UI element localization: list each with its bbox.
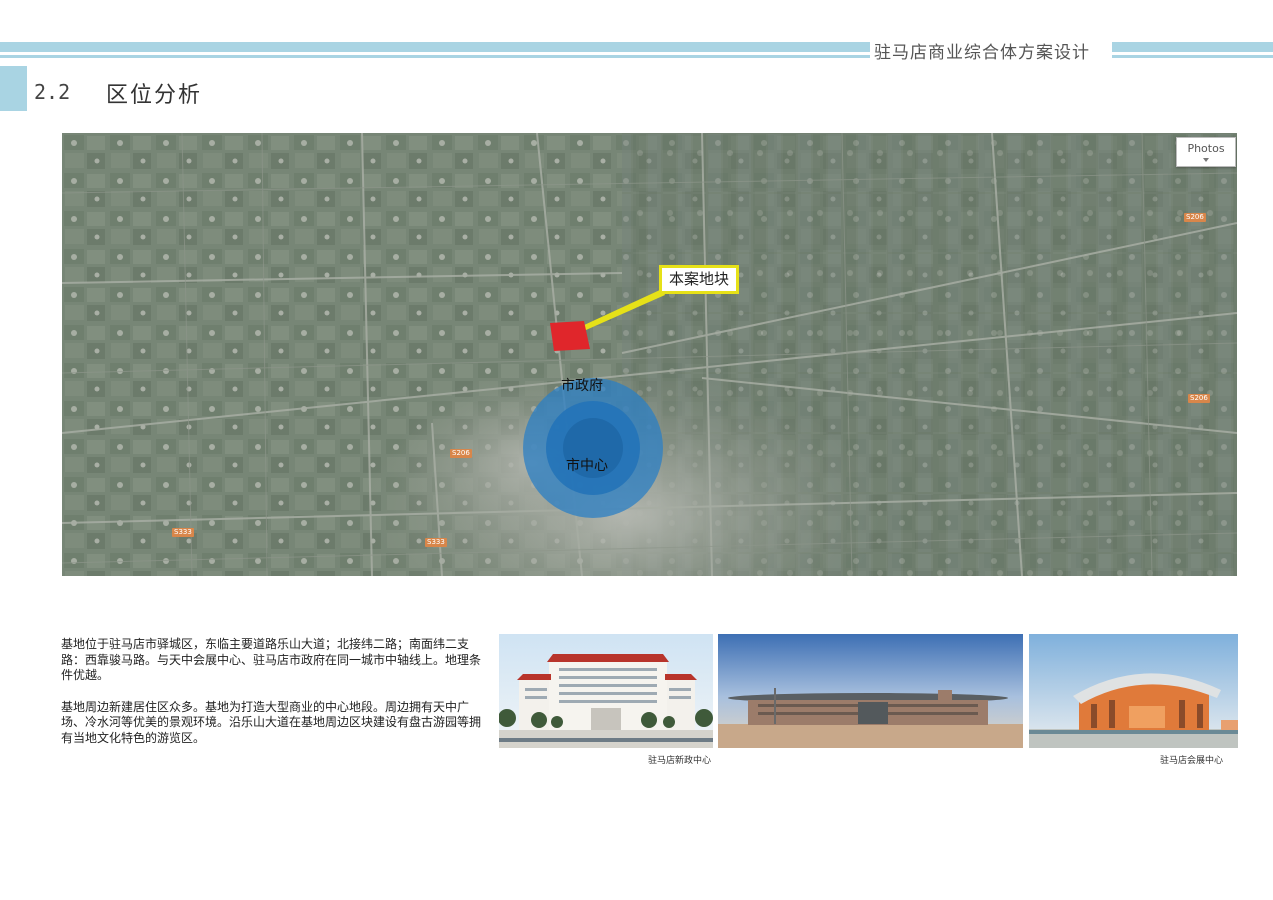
description-paragraph: 基地周边新建居住区众多。基地为打造大型商业的中心地段。周边拥有天中广场、冷水河等… xyxy=(61,699,482,745)
section-number: 2.2 xyxy=(34,80,71,104)
road-badge: S206 xyxy=(1184,213,1206,222)
exhibition-wide-photo xyxy=(718,634,1023,748)
city-center-label: 市中心 xyxy=(566,458,608,474)
site-callout-label: 本案地块 xyxy=(659,265,739,294)
photos-button[interactable]: Photos xyxy=(1176,137,1236,167)
section-marker xyxy=(0,66,27,111)
road-badge: S206 xyxy=(1188,394,1210,403)
chevron-down-icon xyxy=(1203,158,1209,162)
header-title: 驻马店商业综合体方案设计 xyxy=(874,43,1090,63)
exhibition-center-photo xyxy=(1029,634,1238,748)
road-badge: S333 xyxy=(425,538,447,547)
government-center-photo xyxy=(499,634,713,748)
photo-caption-right: 驻马店会展中心 xyxy=(1160,756,1224,766)
government-label: 市政府 xyxy=(561,378,603,394)
map-imagery xyxy=(62,133,1237,576)
header-band-left xyxy=(0,42,870,60)
header-band-right xyxy=(1112,42,1273,60)
description-paragraph: 基地位于驻马店市驿城区，东临主要道路乐山大道；北接纬二路；南面纬二支路：西靠骏马… xyxy=(61,637,482,682)
road-badge: S206 xyxy=(450,449,472,458)
photo-caption-left: 驻马店新政中心 xyxy=(648,756,712,766)
satellite-map[interactable]: Photos S206 S206 S206 S333 S333 本案地块 市政府… xyxy=(62,133,1237,576)
road-badge: S333 xyxy=(172,528,194,537)
section-title: 区位分析 xyxy=(106,83,203,108)
description: 基地位于驻马店市驿城区，东临主要道路乐山大道；北接纬二路；南面纬二支路：西靠骏马… xyxy=(61,637,491,762)
